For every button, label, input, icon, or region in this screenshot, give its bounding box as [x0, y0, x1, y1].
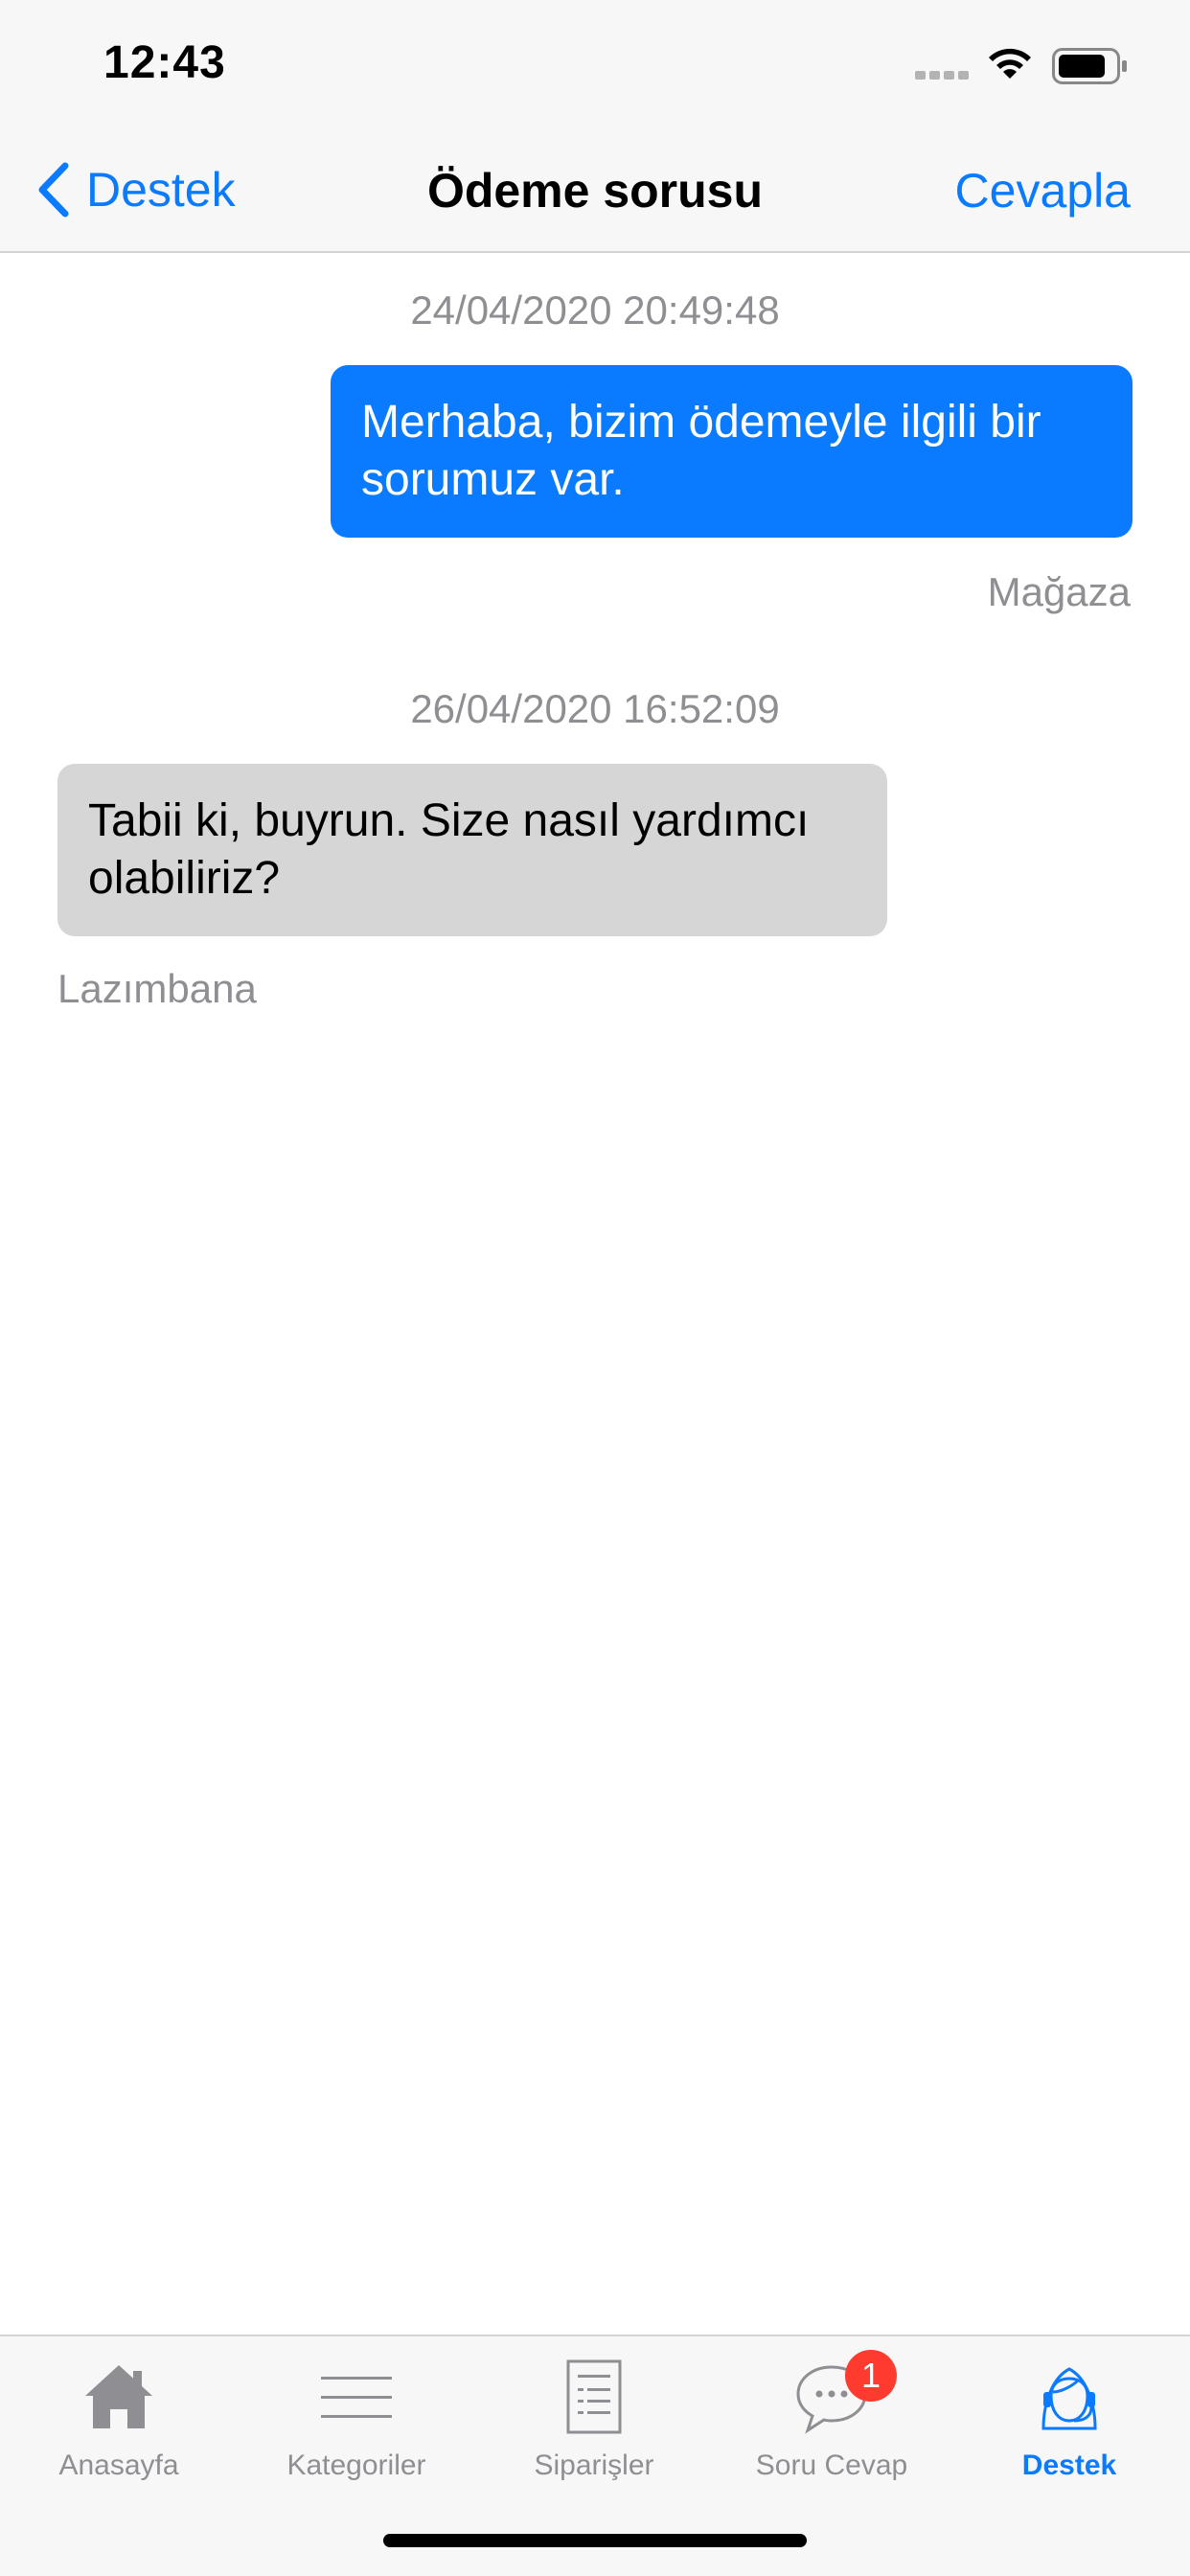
status-bar: 12:43	[0, 0, 1190, 126]
status-time: 12:43	[103, 37, 226, 88]
tab-destek[interactable]: Destek	[950, 2358, 1188, 2511]
document-icon	[566, 2359, 622, 2434]
message-sender: Mağaza	[987, 569, 1131, 614]
wifi-icon	[989, 48, 1031, 79]
message-text-line: Tabii ki, buyrun. Size nasıl yardımcı	[88, 795, 810, 846]
support-agent-icon	[1041, 2367, 1097, 2430]
tab-soru-cevap[interactable]: 1 Soru Cevap	[713, 2350, 950, 2511]
message-timestamp: 26/04/2020 16:52:09	[410, 686, 780, 731]
battery-icon	[1052, 48, 1127, 84]
tab-label: Siparişler	[534, 2450, 654, 2481]
message-text-line: Merhaba, bizim ödemeyle ilgili bir	[361, 397, 1041, 448]
navigation-bar: Destek Ödeme sorusu Cevapla	[0, 126, 1190, 253]
home-indicator[interactable]	[383, 2534, 807, 2547]
tab-label: Anasayfa	[58, 2450, 179, 2481]
tab-label: Kategoriler	[286, 2450, 426, 2481]
cellular-signal-icon	[915, 71, 971, 80]
tab-kategoriler[interactable]: Kategoriler	[238, 2358, 475, 2511]
top-chrome: 12:43 Destek Ödeme sorusu Cevapla	[0, 0, 1190, 253]
home-icon	[85, 2365, 152, 2428]
reply-button[interactable]: Cevapla	[955, 163, 1131, 218]
list-icon	[321, 2377, 392, 2418]
incoming-message-bubble: Tabii ki, buyrun. Size nasıl yardımcı ol…	[57, 764, 887, 936]
message-sender: Lazımbana	[57, 966, 257, 1011]
message-timestamp: 24/04/2020 20:49:48	[410, 288, 780, 333]
outgoing-message-bubble: Merhaba, bizim ödemeyle ilgili bir sorum…	[331, 365, 1133, 538]
tab-anasayfa[interactable]: Anasayfa	[0, 2358, 238, 2511]
message-text-line: olabiliriz?	[88, 853, 281, 904]
tab-label: Destek	[1021, 2450, 1117, 2481]
message-text-line: sorumuz var.	[361, 454, 625, 505]
tab-label: Soru Cevap	[755, 2450, 908, 2481]
tab-siparisler[interactable]: Siparişler	[475, 2358, 713, 2511]
notification-badge: 1	[845, 2350, 897, 2402]
